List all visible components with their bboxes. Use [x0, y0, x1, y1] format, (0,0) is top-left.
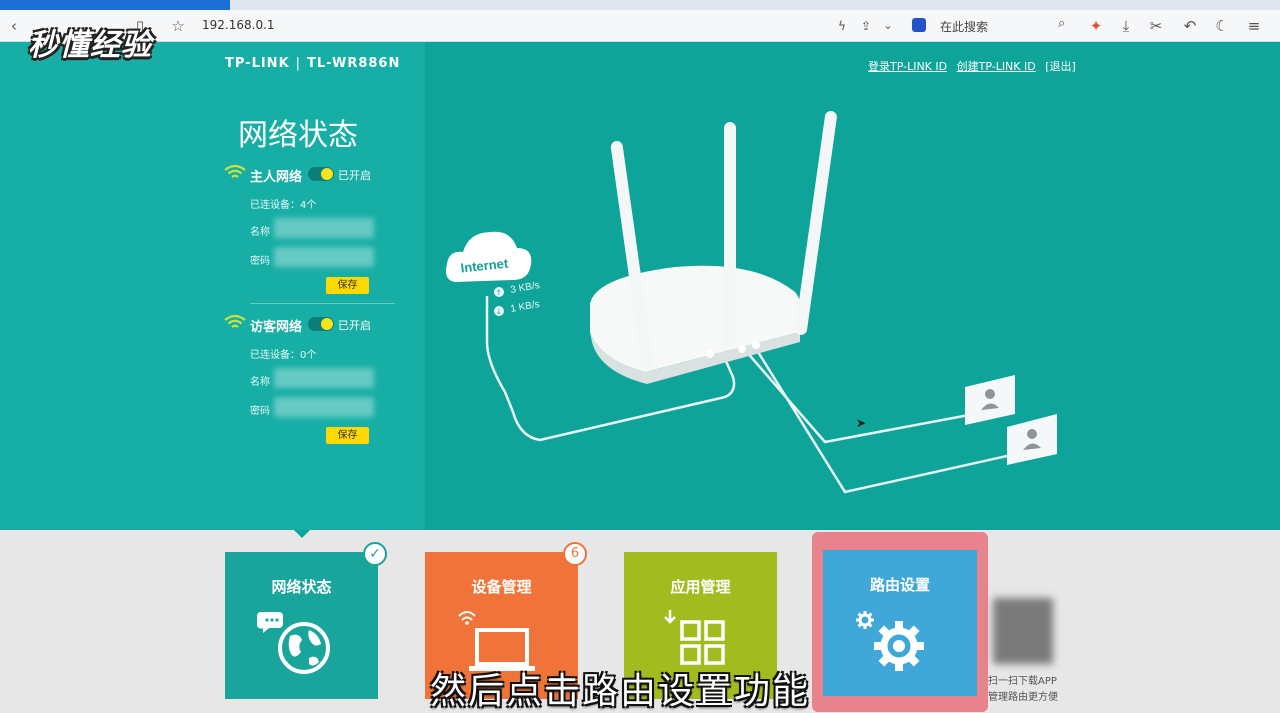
host-name-field[interactable]: [274, 218, 374, 238]
model-name: TL-WR886N: [307, 56, 401, 71]
download-icon[interactable]: ⤓: [1116, 16, 1136, 36]
bottom-nav: 网络状态 ✓ 设备管理 6 应用管理 路由设置 扫一扫下载APP 管理路由更方便…: [0, 530, 1280, 713]
network-topology-illustration: Internet ↑ ↓ 3 KB/s 1 KB/s: [446, 111, 1057, 494]
app-promo-line1: 扫一扫下载APP: [988, 676, 1057, 687]
game-icon[interactable]: ✦: [1086, 16, 1106, 36]
status-panel: TP-LINK | TL-WR886N 网络状态 主人网络 已开启 已连设备：4个 …: [0, 42, 425, 530]
svg-text:↓: ↓: [496, 308, 502, 316]
lightning-icon[interactable]: ϟ: [832, 16, 852, 36]
chevron-down-icon[interactable]: ⌄: [878, 16, 898, 36]
guest-devices-count: 已连设备：0个: [250, 350, 317, 361]
panel-title: 网络状态: [238, 118, 358, 153]
host-password-field[interactable]: [274, 247, 374, 267]
antenna-middle: [724, 122, 736, 348]
brand-logo: TP-LINK: [225, 56, 290, 71]
app-promo-line2: 管理路由更方便: [988, 692, 1058, 703]
guest-password-field[interactable]: [274, 397, 374, 417]
search-box[interactable]: 在此搜索 ⌕: [908, 15, 1078, 37]
guest-save-button[interactable]: 保存: [326, 427, 369, 444]
guest-name-field[interactable]: [274, 368, 374, 388]
address-bar[interactable]: 192.168.0.1: [202, 18, 275, 32]
gear-icon: [856, 611, 924, 671]
active-tab[interactable]: [0, 0, 230, 10]
divider: [250, 303, 395, 304]
search-engine-icon[interactable]: [912, 18, 926, 32]
tile-router-settings[interactable]: 路由设置: [823, 550, 977, 696]
host-password-label: 密码: [250, 256, 270, 267]
download-speed: 1 KB/s: [510, 299, 541, 315]
wifi-icon: [224, 164, 246, 178]
guest-password-label: 密码: [250, 406, 270, 417]
guest-network-toggle[interactable]: [308, 317, 334, 331]
device-count-badge: 6: [563, 542, 587, 566]
menu-icon[interactable]: ≡: [1244, 16, 1264, 36]
host-network-toggle[interactable]: [308, 167, 334, 181]
tile-device-management-label: 设备管理: [471, 578, 532, 596]
host-name-label: 名称: [250, 227, 270, 238]
night-mode-icon[interactable]: ☾: [1212, 16, 1232, 36]
client-device-2: [1007, 414, 1057, 465]
search-input[interactable]: 在此搜索: [940, 18, 988, 35]
video-subtitle: 然后点击路由设置功能: [430, 671, 811, 712]
back-icon[interactable]: ‹: [4, 16, 24, 36]
tile-network-status-label: 网络状态: [271, 578, 332, 596]
tile-router-settings-label: 路由设置: [869, 576, 930, 594]
router-body: [590, 265, 802, 372]
guest-toggle-label: 已开启: [338, 319, 371, 332]
client-device-1: [965, 375, 1015, 425]
tile-app-management-label: 应用管理: [670, 578, 731, 596]
host-devices-count: 已连设备：4个: [250, 200, 317, 211]
browser-toolbar: ‹ ▯ ☆ 192.168.0.1 ϟ ⇪ ⌄ 在此搜索 ⌕ ✦ ⤓ ✂ ↶ ☾…: [0, 10, 1280, 42]
svg-text:↑: ↑: [496, 289, 502, 297]
active-pointer: [294, 530, 310, 538]
scissors-icon[interactable]: ✂: [1146, 16, 1166, 36]
favorite-star-icon[interactable]: ☆: [168, 16, 188, 36]
antenna-right: [795, 111, 837, 335]
router-dashboard: TP-LINK | TL-WR886N 网络状态 主人网络 已开启 已连设备：4个 …: [0, 42, 1280, 530]
upload-speed: 3 KB/s: [510, 280, 541, 296]
search-icon[interactable]: ⌕: [1058, 16, 1065, 31]
tile-network-status[interactable]: 网络状态: [225, 552, 378, 699]
qr-code: [993, 598, 1053, 664]
selected-check-badge: ✓: [363, 542, 387, 566]
wifi-icon: [224, 314, 246, 328]
globe-icon: [257, 612, 330, 674]
guest-name-label: 名称: [250, 377, 270, 388]
host-save-button[interactable]: 保存: [326, 277, 369, 294]
guest-network-name: 访客网络: [250, 320, 303, 335]
host-network-name: 主人网络: [250, 170, 303, 185]
share-icon[interactable]: ⇪: [856, 16, 876, 36]
tab-strip: [0, 0, 1280, 10]
host-toggle-label: 已开启: [338, 169, 371, 182]
mouse-cursor: ➤: [856, 416, 867, 430]
watermark-logo: 秒懂经验: [28, 28, 152, 63]
brand: TP-LINK | TL-WR886N: [225, 56, 401, 71]
undo-icon[interactable]: ↶: [1180, 16, 1200, 36]
